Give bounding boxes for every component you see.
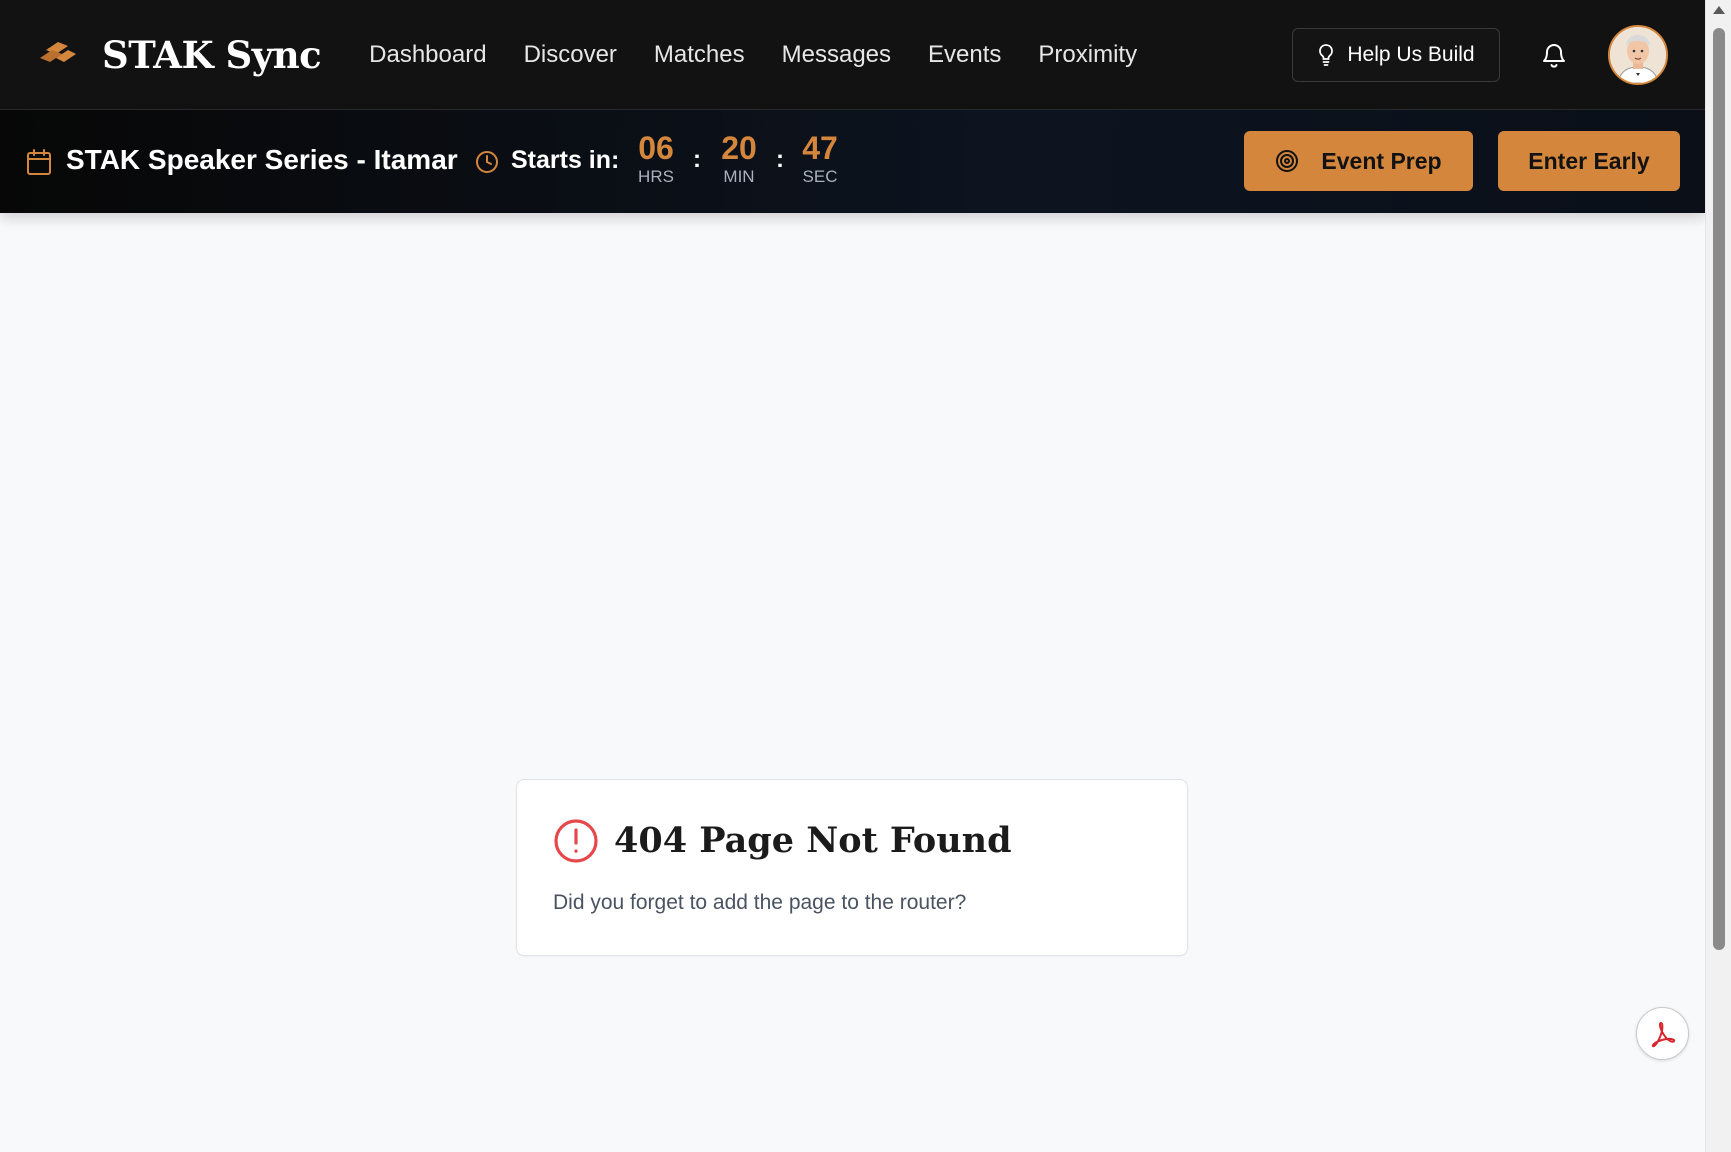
countdown-hours-label: HRS	[638, 167, 674, 186]
event-prep-button[interactable]: Event Prep	[1244, 131, 1473, 191]
nav-dashboard[interactable]: Dashboard	[369, 41, 486, 69]
pdf-icon	[1651, 1021, 1675, 1047]
event-banner: STAK Speaker Series - Itamar Starts in: …	[0, 110, 1705, 213]
countdown-minutes: 20 MIN	[709, 130, 769, 188]
brand-name: STAK Sync	[102, 32, 322, 77]
stak-logo-icon	[40, 41, 76, 62]
nav-proximity[interactable]: Proximity	[1038, 41, 1137, 69]
avatar-image	[1610, 27, 1666, 83]
main-nav: Dashboard Discover Matches Messages Even…	[369, 41, 1174, 69]
lightbulb-icon	[1319, 44, 1334, 66]
top-navbar: STAK Sync Dashboard Discover Matches Mes…	[0, 0, 1705, 110]
event-title: STAK Speaker Series - Itamar	[66, 144, 458, 175]
event-prep-label: Event Prep	[1321, 147, 1442, 174]
enter-early-label: Enter Early	[1528, 147, 1650, 174]
countdown-seconds-label: SEC	[802, 167, 838, 186]
countdown-hours-value: 06	[638, 130, 674, 166]
not-found-card: 404 Page Not Found Did you forget to add…	[516, 779, 1188, 956]
countdown-separator: :	[776, 146, 784, 173]
alert-circle-icon	[554, 819, 598, 863]
countdown-seconds-value: 47	[802, 130, 838, 166]
nav-discover[interactable]: Discover	[524, 41, 617, 69]
countdown-hours: 06 HRS	[626, 130, 686, 188]
nav-matches[interactable]: Matches	[654, 41, 745, 69]
starts-in-label: Starts in:	[511, 146, 620, 174]
countdown-seconds: 47 SEC	[790, 130, 850, 188]
error-title: 404 Page Not Found	[614, 820, 1012, 861]
countdown-separator: :	[693, 146, 701, 173]
clock-icon	[476, 151, 498, 173]
countdown-minutes-value: 20	[721, 130, 757, 166]
scroll-up-arrow-icon[interactable]	[1713, 6, 1725, 14]
user-avatar[interactable]	[1608, 25, 1668, 85]
nav-messages[interactable]: Messages	[782, 41, 891, 69]
calendar-icon	[27, 149, 51, 175]
scrollbar-thumb[interactable]	[1713, 28, 1725, 950]
brand[interactable]: STAK Sync	[38, 32, 322, 77]
vertical-scrollbar[interactable]	[1705, 0, 1731, 1152]
target-icon	[1276, 150, 1299, 172]
bell-icon[interactable]	[1540, 40, 1568, 70]
pdf-floating-button[interactable]	[1636, 1007, 1689, 1060]
help-us-build-button[interactable]: Help Us Build	[1292, 28, 1500, 82]
help-us-build-label: Help Us Build	[1347, 43, 1475, 66]
countdown-minutes-label: MIN	[723, 167, 755, 186]
error-message: Did you forget to add the page to the ro…	[553, 891, 967, 914]
nav-events[interactable]: Events	[928, 41, 1001, 69]
enter-early-button[interactable]: Enter Early	[1498, 131, 1680, 191]
